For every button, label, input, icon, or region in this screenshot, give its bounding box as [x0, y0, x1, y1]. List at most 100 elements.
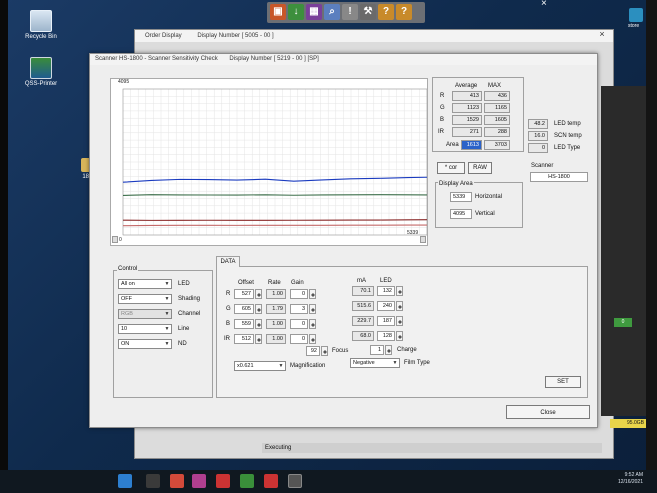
- offset-stepper[interactable]: [255, 319, 262, 329]
- offset-input[interactable]: 605: [234, 304, 254, 314]
- taskbar-app5-icon[interactable]: [264, 474, 278, 488]
- gain-stepper[interactable]: [309, 304, 316, 314]
- stats-area-max: 3703: [484, 140, 510, 150]
- clock-time: 9:52 AM: [624, 472, 643, 478]
- taskbar-start-icon[interactable]: [118, 474, 132, 488]
- offset-stepper[interactable]: [255, 304, 262, 314]
- set-button[interactable]: SET: [545, 376, 581, 388]
- taskbar-search-icon[interactable]: [146, 474, 160, 488]
- desktop-icon-label: Recycle Bin: [25, 34, 57, 40]
- taskbar-app3-icon[interactable]: [216, 474, 230, 488]
- tool-warning-icon[interactable]: !: [342, 4, 358, 20]
- taskbar-clock: 9:52 AM 12/16/2021: [609, 472, 643, 486]
- rate-value: 1.00: [266, 289, 286, 299]
- stats-area-input[interactable]: 1613: [461, 140, 482, 150]
- order-display-close-icon[interactable]: ×: [596, 29, 608, 41]
- tool-help2-icon[interactable]: ?: [396, 4, 412, 20]
- line-select[interactable]: 10 ▼: [118, 324, 172, 334]
- focus-input[interactable]: 92: [306, 346, 320, 356]
- gain-stepper[interactable]: [309, 319, 316, 329]
- row-channel-label: B: [226, 321, 231, 327]
- gain-stepper[interactable]: [309, 334, 316, 344]
- ma-header: mA: [357, 278, 366, 284]
- chevron-down-icon: ▼: [164, 341, 170, 347]
- stats-header-average: Average: [455, 83, 478, 89]
- charge-input[interactable]: 1: [370, 345, 384, 355]
- charge-stepper[interactable]: [385, 345, 392, 355]
- line-select-value: 10: [121, 326, 128, 332]
- display-area-group: [435, 182, 523, 228]
- store-icon[interactable]: [629, 8, 643, 22]
- offset-input[interactable]: 559: [234, 319, 254, 329]
- led-temp-value: 48.2: [528, 119, 548, 129]
- stats-row-label: IR: [438, 129, 444, 135]
- led-stepper[interactable]: [396, 286, 403, 296]
- ma-value: 229.7: [352, 316, 374, 326]
- tool-grid-icon[interactable]: ▦: [306, 4, 322, 20]
- stats-average-value: 1123: [452, 103, 482, 113]
- gain-input[interactable]: 0: [290, 289, 308, 299]
- stats-header-max: MAX: [488, 83, 502, 89]
- x-axis-end-label: 5339: [407, 230, 419, 236]
- charge-label: Charge: [397, 347, 417, 353]
- printer-icon: [30, 57, 52, 79]
- rate-value: 1.79: [266, 304, 286, 314]
- offset-stepper[interactable]: [255, 334, 262, 344]
- chevron-down-icon: ▼: [164, 311, 170, 317]
- stats-max-value: 1605: [484, 115, 510, 125]
- taskbar-app6-icon[interactable]: [288, 474, 302, 488]
- window-title: Scanner HS-1800 - Scanner Sensitivity Ch…: [95, 56, 218, 62]
- offset-stepper[interactable]: [255, 289, 262, 299]
- desktop-icon-recycle-bin[interactable]: Recycle Bin: [22, 10, 60, 40]
- shading-label: Shading: [178, 296, 201, 302]
- scn-temp-label: SCN temp: [554, 133, 582, 139]
- taskbar-app1-icon[interactable]: [170, 474, 184, 488]
- ma-value: 70.1: [352, 286, 374, 296]
- raw-button[interactable]: RAW: [468, 162, 492, 174]
- tool-wrench-icon[interactable]: ⚒: [360, 4, 376, 20]
- led-stepper[interactable]: [396, 331, 403, 341]
- tool-download-icon[interactable]: ↓: [288, 4, 304, 20]
- gain-stepper[interactable]: [309, 289, 316, 299]
- display-number: Display Number [ 5219 - 00 ] [SP]: [229, 56, 319, 62]
- gain-input[interactable]: 3: [290, 304, 308, 314]
- channel-select[interactable]: RGB ▼: [118, 309, 172, 319]
- led-stepper[interactable]: [396, 301, 403, 311]
- nd-select[interactable]: ON ▼: [118, 339, 172, 349]
- recycle-bin-icon: [30, 10, 52, 32]
- disk-usage-label: 95.0GB: [610, 419, 646, 428]
- offset-header: Offset: [238, 280, 254, 286]
- close-button[interactable]: Close: [506, 405, 590, 419]
- ma-value: 68.0: [352, 331, 374, 341]
- ma-value: 515.6: [352, 301, 374, 311]
- film-type-select[interactable]: Negative ▼: [350, 358, 400, 368]
- shading-select[interactable]: OFF ▼: [118, 294, 172, 304]
- tool-search-icon[interactable]: ⌕: [324, 4, 340, 20]
- offset-input[interactable]: 527: [234, 289, 254, 299]
- offset-input[interactable]: 512: [234, 334, 254, 344]
- focus-stepper[interactable]: [321, 346, 328, 356]
- tool-network-icon[interactable]: ▣: [270, 4, 286, 20]
- close-icon[interactable]: ×: [541, 0, 547, 9]
- gain-input[interactable]: 0: [290, 334, 308, 344]
- taskbar-app4-icon[interactable]: [240, 474, 254, 488]
- gain-input[interactable]: 0: [290, 319, 308, 329]
- sensitivity-check-titlebar: Scanner HS-1800 - Scanner Sensitivity Ch…: [90, 54, 597, 65]
- led-select[interactable]: All on ▼: [118, 279, 172, 289]
- focus-label: Focus: [332, 348, 349, 354]
- led-input[interactable]: 187: [377, 316, 395, 326]
- magnification-select[interactable]: x0.621 ▼: [234, 361, 286, 371]
- scroll-right-icon[interactable]: [420, 236, 426, 243]
- led-stepper[interactable]: [396, 316, 403, 326]
- tab-data[interactable]: DATA: [216, 256, 240, 267]
- led-input[interactable]: 240: [377, 301, 395, 311]
- film-type-select-value: Negative: [353, 360, 375, 366]
- led-input[interactable]: 132: [377, 286, 395, 296]
- cor-button[interactable]: * cor: [437, 162, 465, 174]
- horizontal-label: Horizontal: [475, 194, 503, 200]
- led-input[interactable]: 128: [377, 331, 395, 341]
- tool-help-icon[interactable]: ?: [378, 4, 394, 20]
- scroll-left-icon[interactable]: [112, 236, 118, 243]
- taskbar-app2-icon[interactable]: [192, 474, 206, 488]
- desktop-icon-qss-printer[interactable]: QSS-Printer: [22, 57, 60, 87]
